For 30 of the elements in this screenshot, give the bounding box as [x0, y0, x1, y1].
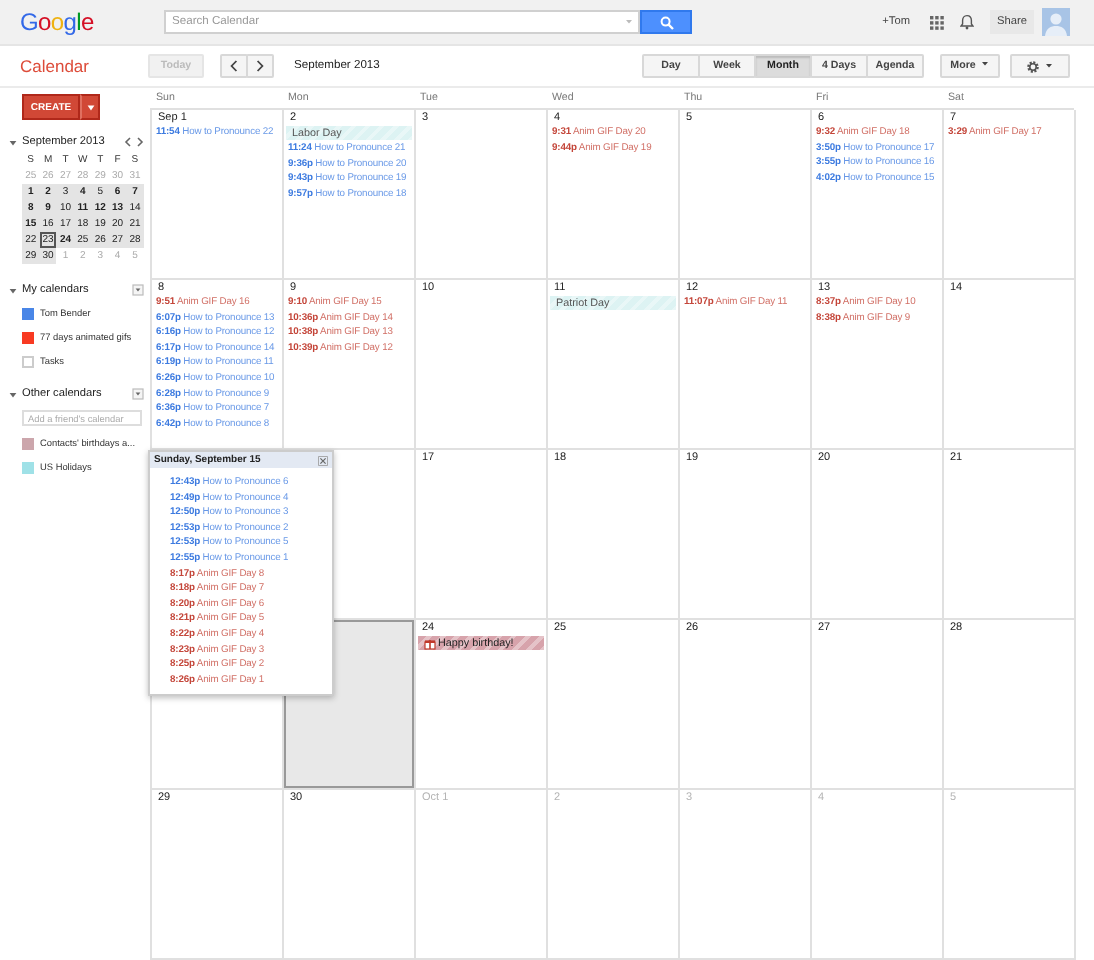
dropdown-icon[interactable]: [132, 284, 144, 296]
settings-button[interactable]: [1010, 54, 1070, 78]
gift-icon: [424, 637, 436, 649]
caret-icon: [1044, 62, 1054, 70]
chevron-left-icon[interactable]: [124, 136, 132, 148]
calendar-checkbox[interactable]: [22, 331, 34, 343]
calendar-checkbox[interactable]: [22, 307, 34, 319]
google-logo[interactable]: Google: [20, 8, 144, 36]
calendar-checkbox[interactable]: [22, 461, 34, 473]
settings-icon: [1026, 59, 1040, 73]
calendar-checkbox[interactable]: [22, 437, 34, 449]
caret-icon: [979, 60, 990, 68]
app-title: Calendar: [20, 56, 91, 76]
previous-button[interactable]: [220, 54, 248, 78]
calendar-checkbox[interactable]: [22, 355, 34, 367]
search-button[interactable]: [640, 10, 692, 34]
apps-grid-icon[interactable]: [930, 15, 944, 29]
chevron-left-icon: [230, 60, 238, 72]
search-icon: [659, 15, 673, 29]
chevron-right-icon[interactable]: [136, 136, 144, 148]
dropdown-icon[interactable]: [132, 388, 144, 400]
collapse-triangle-icon[interactable]: [8, 389, 18, 399]
collapse-triangle-icon[interactable]: [8, 137, 18, 147]
collapse-triangle-icon[interactable]: [8, 285, 18, 295]
caret-icon: [85, 103, 95, 111]
close-icon[interactable]: [318, 455, 328, 465]
chevron-right-icon: [256, 60, 264, 72]
create-menu-button[interactable]: [80, 94, 100, 120]
bell-icon[interactable]: [960, 14, 974, 30]
next-button[interactable]: [246, 54, 274, 78]
